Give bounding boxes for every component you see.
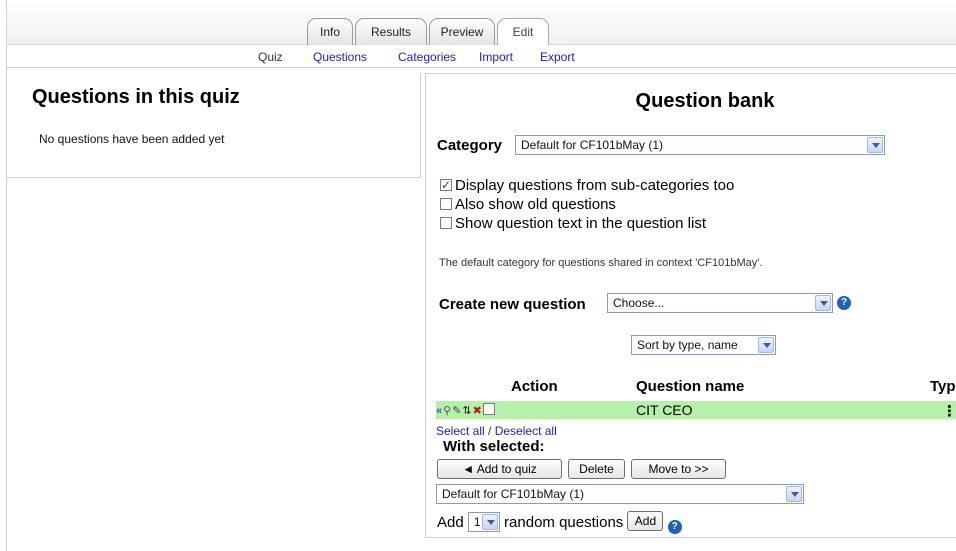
chevron-down-icon [815, 295, 831, 311]
old-questions-checkbox[interactable] [440, 198, 452, 210]
chevron-down-icon [786, 486, 802, 502]
edit-icon[interactable]: ✎ [452, 404, 461, 417]
option-label: Show question text in the question list [455, 215, 706, 232]
empty-quiz-message: No questions have been added yet [39, 132, 225, 146]
option-label: Display questions from sub-categories to… [455, 177, 735, 194]
col-header-action: Action [511, 378, 558, 395]
subtab-categories[interactable]: Categories [398, 50, 456, 64]
option-old-questions[interactable]: Also show old questions [440, 196, 616, 214]
move-category-select[interactable]: Default for CF101bMay (1) [436, 484, 804, 504]
subtab-export[interactable]: Export [540, 50, 575, 64]
add-to-quiz-button[interactable]: ◄ Add to quiz [437, 459, 562, 479]
tab-bar: Info Results Preview Edit [7, 0, 956, 46]
deselect-all-link[interactable]: Deselect all [495, 424, 557, 438]
chevron-down-icon [867, 137, 883, 153]
add-random-button[interactable]: Add [627, 511, 664, 531]
category-select-value: Default for CF101bMay (1) [521, 138, 664, 152]
tab-edit[interactable]: Edit [497, 18, 549, 46]
add-to-quiz-icon[interactable]: « [436, 405, 442, 417]
col-header-type[interactable]: Typ [930, 378, 956, 395]
random-questions-label: random questions [504, 514, 624, 531]
help-icon[interactable]: ? [837, 296, 851, 310]
select-all-link[interactable]: Select all [436, 424, 485, 438]
move-category-value: Default for CF101bMay (1) [442, 487, 585, 501]
question-bank-title: Question bank [635, 90, 775, 112]
option-label: Also show old questions [455, 196, 616, 213]
row-action-icons: «⚲✎⇅✖ [436, 403, 496, 417]
question-bank-panel: Question bank Category Default for CF101… [425, 73, 956, 538]
delete-button[interactable]: Delete [568, 459, 625, 479]
create-question-label: Create new question [439, 296, 586, 313]
subtab-questions[interactable]: Questions [313, 50, 367, 64]
question-row: «⚲✎⇅✖ CIT CEO ⋮ [436, 401, 956, 420]
subtab-import[interactable]: Import [479, 50, 513, 64]
move-icon[interactable]: ⇅ [462, 404, 471, 417]
option-subcategories[interactable]: Display questions from sub-categories to… [440, 176, 735, 195]
sort-select-value: Sort by type, name [637, 338, 738, 352]
quiz-questions-panel: Questions in this quiz No questions have… [7, 73, 421, 178]
question-type-icon: ⋮ [942, 403, 956, 420]
question-name: CIT CEO [636, 402, 693, 418]
subcategories-checkbox[interactable] [440, 176, 452, 194]
chevron-down-icon [481, 514, 498, 530]
move-to-button[interactable]: Move to >> [631, 459, 726, 479]
chevron-down-icon [758, 337, 774, 353]
create-question-value: Choose... [613, 296, 665, 310]
tab-results[interactable]: Results [355, 18, 427, 45]
delete-icon[interactable]: ✖ [473, 404, 482, 417]
tab-preview[interactable]: Preview [429, 18, 495, 45]
selection-links: Select all / Deselect all [436, 424, 557, 438]
link-separator: / [488, 424, 492, 438]
category-label: Category [437, 137, 503, 154]
with-selected-label: With selected: [443, 438, 545, 455]
create-question-select[interactable]: Choose... [607, 293, 833, 313]
quiz-questions-title: Questions in this quiz [32, 86, 240, 108]
preview-icon[interactable]: ⚲ [443, 404, 451, 417]
category-select[interactable]: Default for CF101bMay (1) [515, 135, 885, 155]
tab-info[interactable]: Info [307, 18, 353, 45]
subtab-quiz[interactable]: Quiz [258, 50, 283, 64]
random-count-select[interactable]: 1 [467, 512, 500, 532]
question-select-checkbox[interactable] [482, 403, 495, 415]
category-info-text: The default category for questions share… [439, 257, 763, 269]
add-random-row: Add 1 random questions Add ? [437, 511, 682, 534]
col-header-question-name[interactable]: Question name [636, 378, 744, 395]
option-question-text[interactable]: Show question text in the question list [440, 215, 706, 233]
question-text-checkbox[interactable] [440, 217, 452, 229]
add-random-label: Add [437, 514, 464, 531]
sub-tab-bar: Quiz Questions Categories Import Export [7, 45, 956, 68]
random-count-value: 1 [473, 515, 481, 529]
sort-select[interactable]: Sort by type, name [631, 335, 776, 355]
help-icon[interactable]: ? [667, 520, 682, 534]
